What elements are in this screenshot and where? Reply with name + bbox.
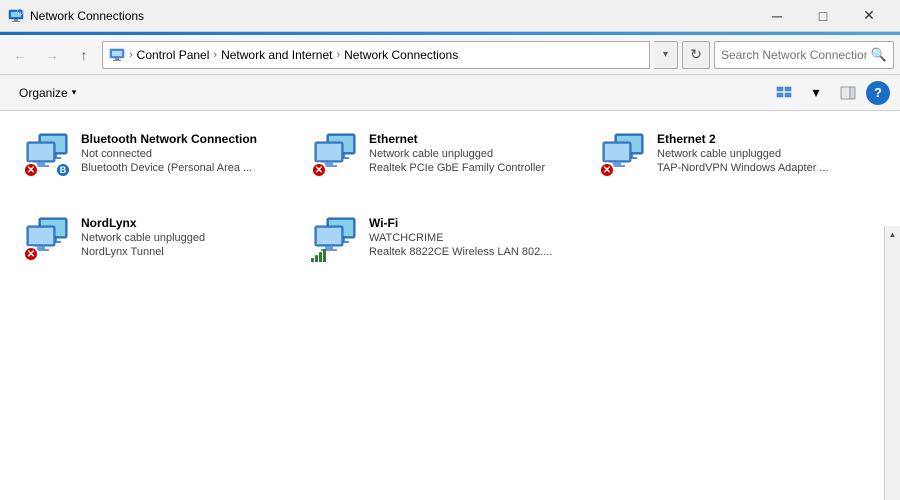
connection-wifi-desc: Realtek 8822CE Wireless LAN 802....	[369, 246, 552, 258]
organize-button[interactable]: Organize ▾	[10, 81, 85, 105]
view-details-icon	[776, 85, 792, 101]
connection-wifi[interactable]: Wi-Fi WATCHCRIME Realtek 8822CE Wireless…	[304, 205, 592, 285]
connection-nordlynx-status: Network cable unplugged	[81, 232, 205, 244]
connection-nordlynx-name: NordLynx	[81, 216, 205, 230]
breadcrumb-sep-1: ›	[213, 49, 217, 61]
breadcrumb-icon	[109, 47, 125, 63]
connection-bluetooth-name: Bluetooth Network Connection	[81, 132, 257, 146]
up-button[interactable]: ↑	[70, 41, 98, 69]
bluetooth-badge: B	[55, 162, 71, 178]
connection-bluetooth-status: Not connected	[81, 148, 257, 160]
connection-nordlynx-icon-wrap: ✕	[23, 214, 71, 262]
connection-bluetooth[interactable]: ✕ B Bluetooth Network Connection Not con…	[16, 121, 304, 201]
svg-text:N: N	[18, 10, 21, 15]
address-box[interactable]: › Control Panel › Network and Internet ›…	[102, 41, 650, 69]
breadcrumb-control-panel[interactable]: Control Panel	[137, 48, 210, 62]
connection-nordlynx-text: NordLynx Network cable unplugged NordLyn…	[81, 214, 205, 258]
app-icon: N	[8, 8, 24, 24]
connections-grid: ✕ B Bluetooth Network Connection Not con…	[16, 121, 880, 285]
close-button[interactable]: ✕	[846, 0, 892, 32]
connection-ethernet2-icon-wrap: ✕	[599, 130, 647, 178]
connection-ethernet2-status: Network cable unplugged	[657, 148, 829, 160]
signal-bar-2	[315, 255, 318, 262]
breadcrumb-network-internet[interactable]: Network and Internet	[221, 48, 332, 62]
connection-nordlynx[interactable]: ✕ NordLynx Network cable unplugged NordL…	[16, 205, 304, 285]
connection-wifi-status: WATCHCRIME	[369, 232, 552, 244]
main-area: ✕ B Bluetooth Network Connection Not con…	[0, 111, 900, 500]
window-controls: ─ □ ✕	[754, 0, 892, 32]
forward-button[interactable]: →	[38, 41, 66, 69]
signal-bar-3	[319, 252, 322, 262]
window-title: Network Connections	[30, 9, 754, 23]
connection-ethernet2-desc: TAP-NordVPN Windows Adapter ...	[657, 162, 829, 174]
toolbar-right: ▾ ?	[770, 79, 890, 107]
pane-icon	[840, 85, 856, 101]
dropdown-arrow-button[interactable]: ▾	[802, 79, 830, 107]
connection-bluetooth-text: Bluetooth Network Connection Not connect…	[81, 130, 257, 174]
scrollbar[interactable]: ▲ ▼	[884, 226, 900, 500]
address-dropdown-button[interactable]: ▾	[654, 41, 678, 69]
view-details-button[interactable]	[770, 79, 798, 107]
search-icon: 🔍	[871, 47, 887, 63]
minimize-button[interactable]: ─	[754, 0, 800, 32]
connection-wifi-name: Wi-Fi	[369, 216, 552, 230]
address-bar: ← → ↑ › Control Panel › Network and Inte…	[0, 35, 900, 75]
search-box[interactable]: 🔍	[714, 41, 894, 69]
connection-nordlynx-desc: NordLynx Tunnel	[81, 246, 205, 258]
disconnect-x-ethernet: ✕	[311, 162, 327, 178]
preview-pane-button[interactable]	[834, 79, 862, 107]
connection-ethernet-status: Network cable unplugged	[369, 148, 545, 160]
signal-bar-1	[311, 258, 314, 262]
organize-label: Organize	[19, 86, 68, 100]
scroll-up-button[interactable]: ▲	[885, 226, 900, 242]
back-button[interactable]: ←	[6, 41, 34, 69]
disconnect-x-nordlynx: ✕	[23, 246, 39, 262]
help-button[interactable]: ?	[866, 81, 890, 105]
connection-ethernet2-name: Ethernet 2	[657, 132, 829, 146]
breadcrumb-sep-0: ›	[129, 49, 133, 61]
connection-ethernet-name: Ethernet	[369, 132, 545, 146]
dropdown-arrow-icon: ▾	[812, 84, 819, 101]
connection-bluetooth-desc: Bluetooth Device (Personal Area ...	[81, 162, 257, 174]
disconnect-x-bluetooth: ✕	[23, 162, 39, 178]
connection-ethernet[interactable]: ✕ Ethernet Network cable unplugged Realt…	[304, 121, 592, 201]
wifi-signal-icon	[311, 249, 326, 262]
help-icon: ?	[874, 85, 882, 100]
toolbar: Organize ▾ ▾ ?	[0, 75, 900, 111]
connection-wifi-text: Wi-Fi WATCHCRIME Realtek 8822CE Wireless…	[369, 214, 552, 258]
connection-ethernet-desc: Realtek PCIe GbE Family Controller	[369, 162, 545, 174]
title-bar: N Network Connections ─ □ ✕	[0, 0, 900, 32]
search-input[interactable]	[721, 48, 867, 62]
signal-bar-4	[323, 249, 326, 262]
breadcrumb-sep-2: ›	[336, 49, 340, 61]
breadcrumb-network-connections[interactable]: Network Connections	[344, 48, 458, 62]
connection-bluetooth-icon-wrap: ✕ B	[23, 130, 71, 178]
disconnect-x-ethernet2: ✕	[599, 162, 615, 178]
organize-arrow: ▾	[72, 87, 77, 98]
refresh-button[interactable]: ↻	[682, 41, 710, 69]
maximize-button[interactable]: □	[800, 0, 846, 32]
connection-ethernet2[interactable]: ✕ Ethernet 2 Network cable unplugged TAP…	[592, 121, 880, 201]
connection-ethernet2-text: Ethernet 2 Network cable unplugged TAP-N…	[657, 130, 829, 174]
connection-wifi-icon-wrap	[311, 214, 359, 262]
connection-ethernet-text: Ethernet Network cable unplugged Realtek…	[369, 130, 545, 174]
connection-ethernet-icon-wrap: ✕	[311, 130, 359, 178]
connections-container: ✕ B Bluetooth Network Connection Not con…	[0, 111, 900, 295]
